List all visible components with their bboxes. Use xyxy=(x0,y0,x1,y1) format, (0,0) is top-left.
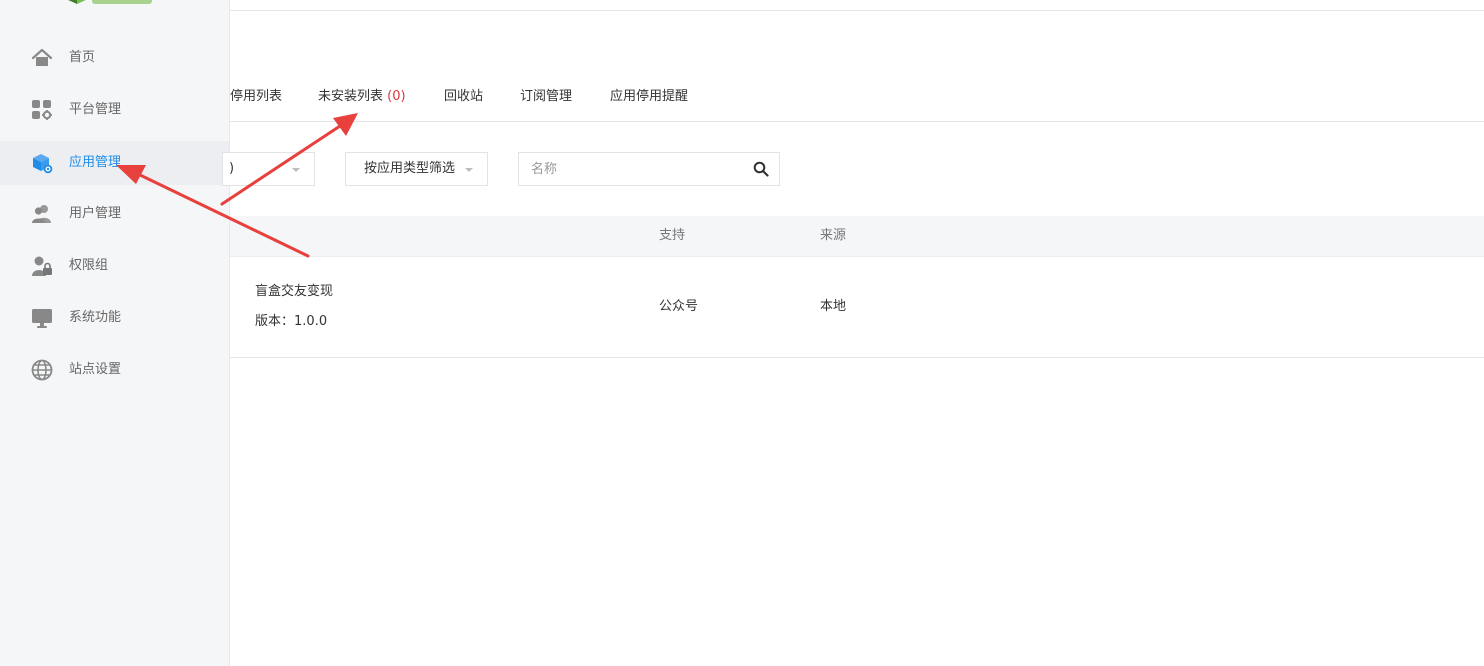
tab-label: 停用列表 xyxy=(230,89,283,104)
app-version: 版本：1.0.0 xyxy=(255,313,327,331)
search-icon[interactable] xyxy=(753,161,769,177)
tab-disabled-list[interactable]: 停用列表 xyxy=(230,88,282,106)
sidebar-item-platform[interactable]: 平台管理 xyxy=(0,88,229,132)
tab-subscription[interactable]: 订阅管理 xyxy=(520,88,572,106)
filter-select-value: ) xyxy=(229,161,235,176)
sidebar-item-label: 平台管理 xyxy=(69,102,122,117)
tab-label: 订阅管理 xyxy=(520,89,573,104)
filter-select-app-type[interactable]: 按应用类型筛选 xyxy=(345,152,488,186)
logo-wordmark xyxy=(92,0,152,4)
app-source: 本地 xyxy=(820,299,847,314)
logo-icon xyxy=(68,0,86,4)
sidebar-item-label: 首页 xyxy=(69,50,96,65)
sidebar-item-system[interactable]: 系统功能 xyxy=(0,296,229,340)
sidebar-item-users[interactable]: 用户管理 xyxy=(0,192,229,236)
tab-count-badge: (0) xyxy=(387,89,406,104)
table-header: 支持 来源 xyxy=(230,216,1484,257)
chevron-down-icon xyxy=(292,168,300,172)
tab-label: 回收站 xyxy=(444,89,484,104)
user-lock-icon xyxy=(32,256,52,276)
top-bar xyxy=(230,0,1484,11)
monitor-icon xyxy=(32,309,52,328)
sidebar-item-label: 权限组 xyxy=(69,258,109,273)
version-label: 版本： xyxy=(255,314,295,329)
sidebar-item-label: 用户管理 xyxy=(69,206,122,221)
sidebar-item-site-settings[interactable]: 站点设置 xyxy=(0,348,229,392)
chevron-down-icon xyxy=(465,168,473,172)
sidebar-item-apps[interactable]: 应用管理 xyxy=(0,141,229,185)
filter-select-value: 按应用类型筛选 xyxy=(364,161,456,176)
filter-select-status[interactable]: ) xyxy=(222,152,315,186)
sidebar-item-label: 站点设置 xyxy=(69,362,122,377)
tab-bar: 停用列表 未安装列表 (0) 回收站 订阅管理 应用停用提醒 xyxy=(230,78,1484,122)
sidebar-item-permission-group[interactable]: 权限组 xyxy=(0,244,229,288)
tab-label: 未安装列表 xyxy=(318,89,384,104)
column-header-support: 支持 xyxy=(659,228,686,243)
version-value: 1.0.0 xyxy=(294,314,328,329)
sidebar-item-label: 系统功能 xyxy=(69,310,122,325)
tab-recycle-bin[interactable]: 回收站 xyxy=(444,88,483,106)
sidebar-item-label: 应用管理 xyxy=(69,155,122,170)
app-name: 盲盒交友变现 xyxy=(255,284,334,299)
app-root: 首页 平台管理 应用管理 用户管理 权限组 系统功能 站点设置 停用列表 未安装… xyxy=(0,0,1484,666)
app-cube-icon xyxy=(33,154,53,174)
column-header-source: 来源 xyxy=(820,228,847,243)
search-box xyxy=(518,152,780,186)
platform-grid-icon xyxy=(32,100,52,120)
users-icon xyxy=(32,205,51,223)
tab-not-installed-list[interactable]: 未安装列表 (0) xyxy=(318,88,406,106)
tab-label: 应用停用提醒 xyxy=(610,89,689,104)
sidebar-item-home[interactable]: 首页 xyxy=(0,36,229,80)
search-input[interactable] xyxy=(519,153,744,185)
tab-disable-reminder[interactable]: 应用停用提醒 xyxy=(610,88,688,106)
home-icon xyxy=(31,48,53,66)
sidebar: 首页 平台管理 应用管理 用户管理 权限组 系统功能 站点设置 xyxy=(0,0,230,666)
table-row[interactable]: 盲盒交友变现 版本：1.0.0 公众号 本地 xyxy=(230,257,1484,358)
app-support: 公众号 xyxy=(659,299,699,314)
globe-icon xyxy=(31,359,53,381)
